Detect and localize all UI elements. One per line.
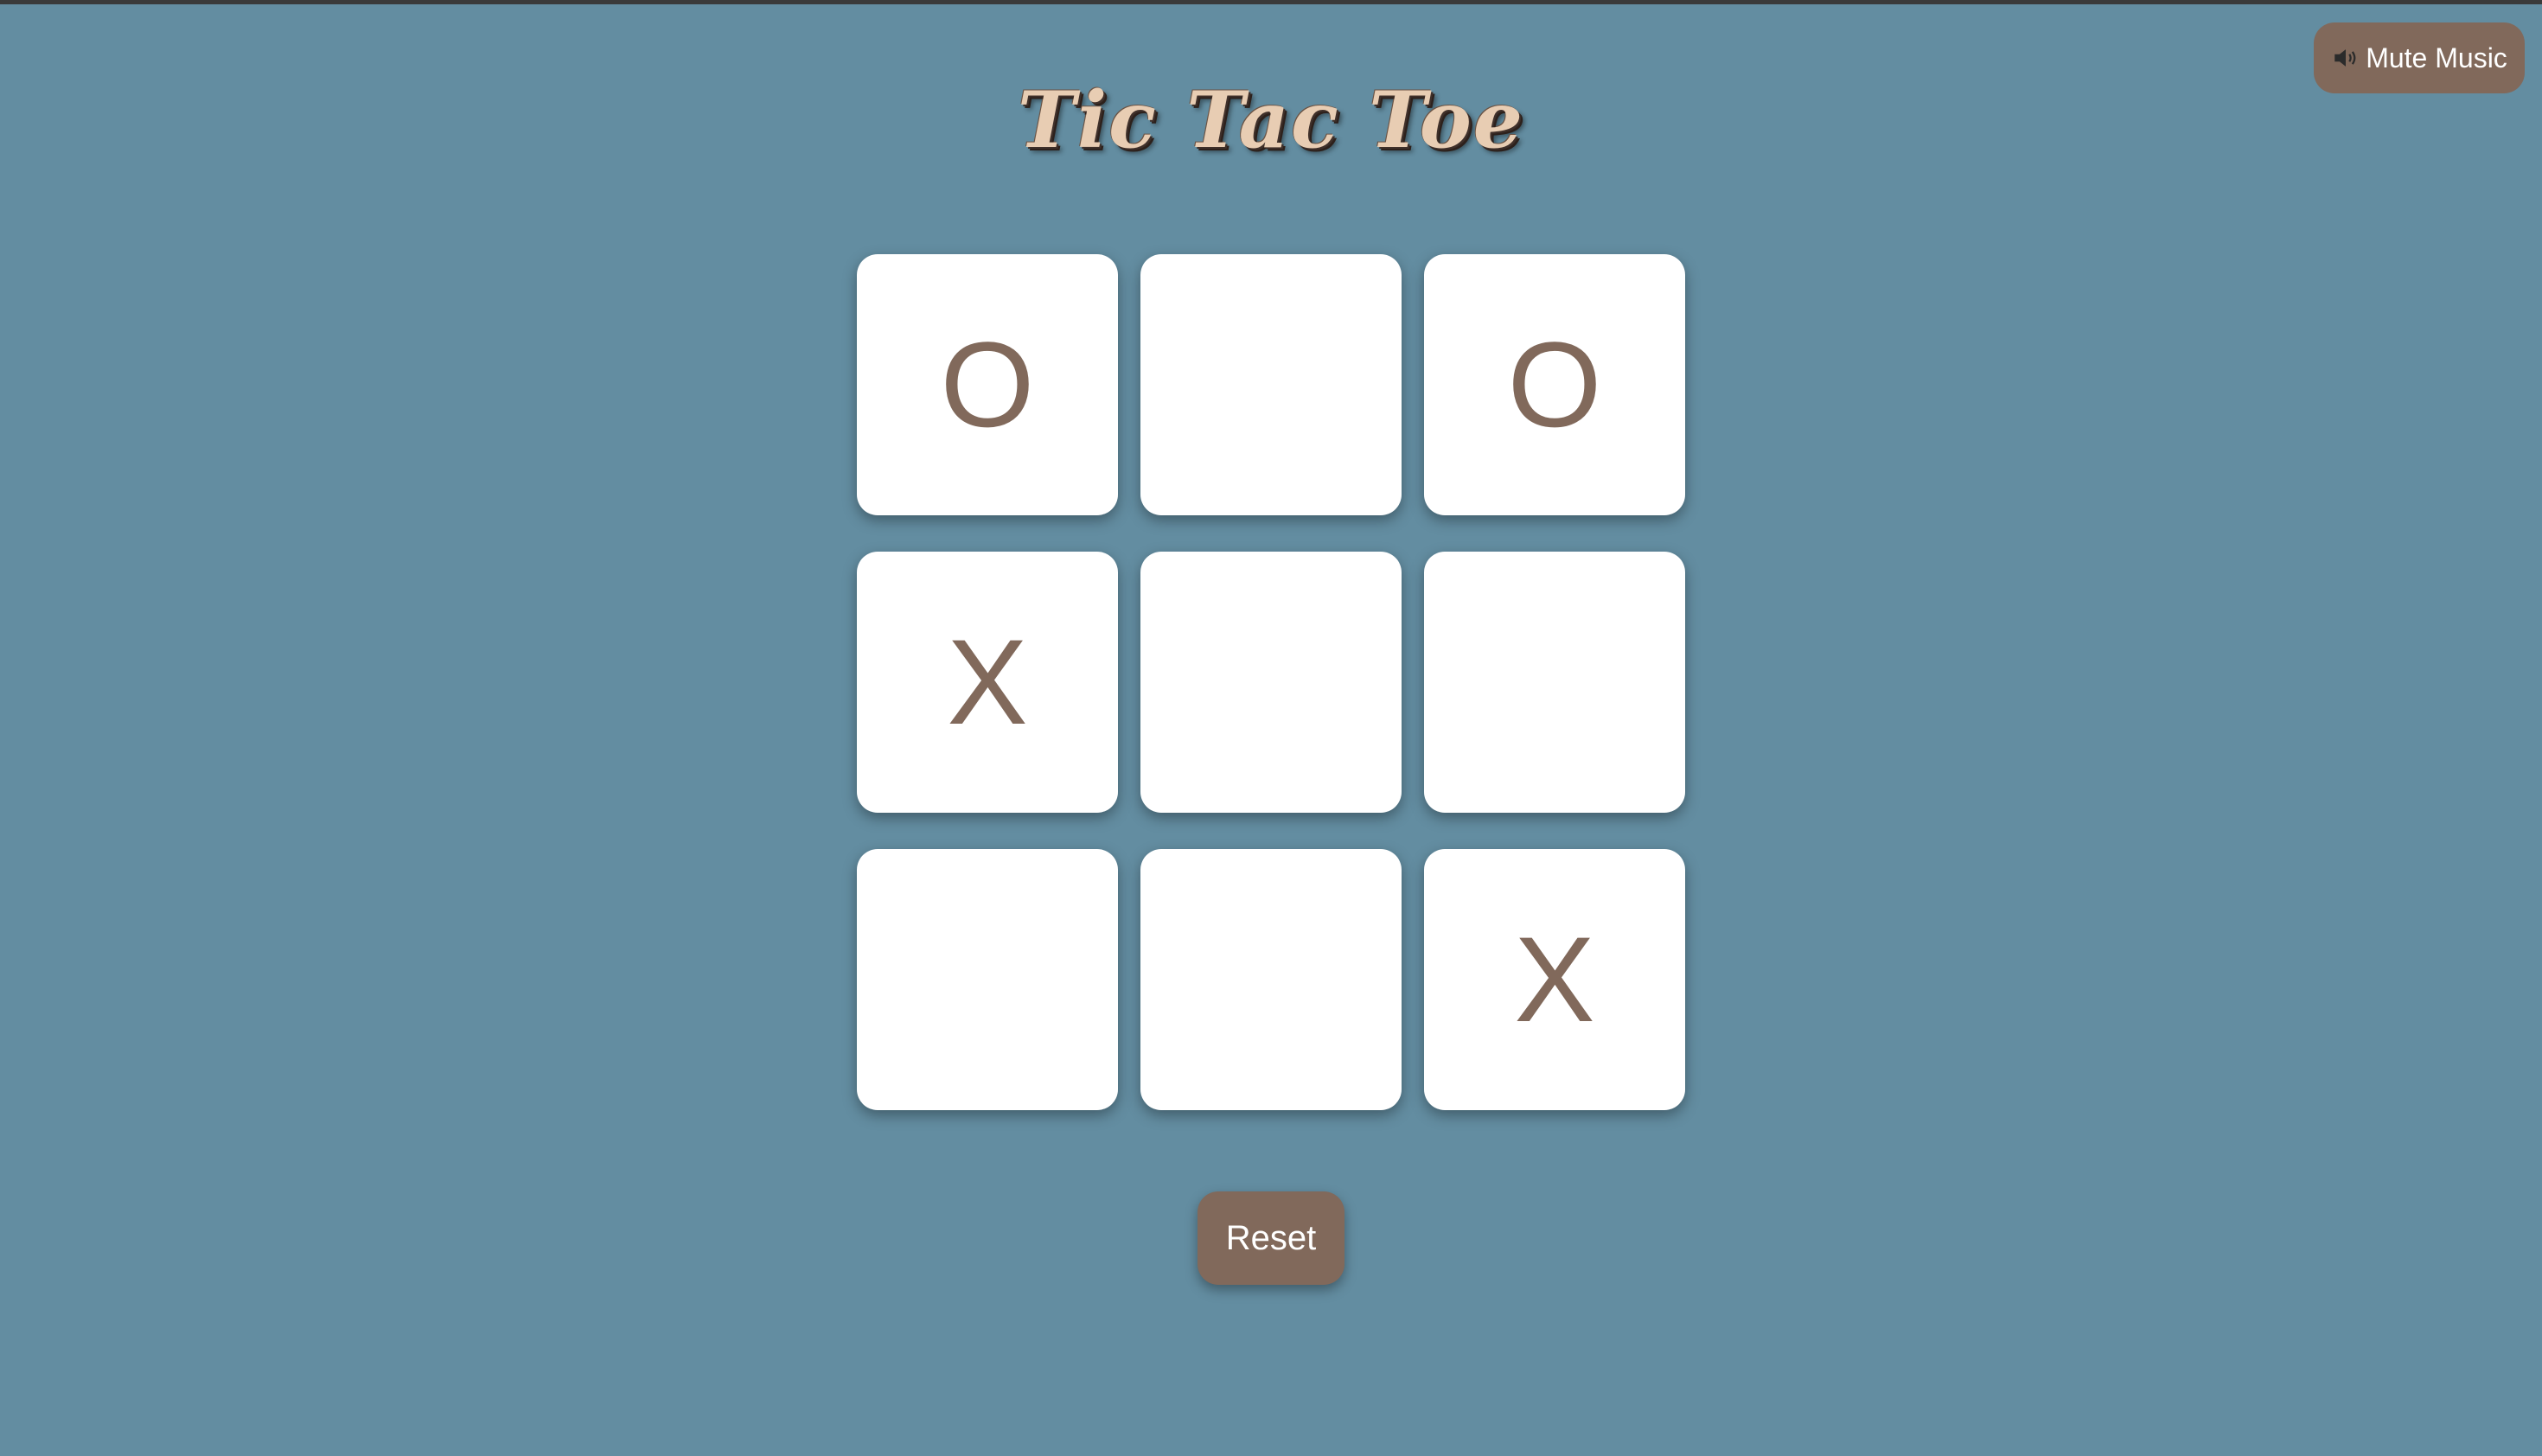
board-cell-8[interactable]: X	[1424, 849, 1685, 1110]
page-title: Tic Tac Toe	[1017, 74, 1525, 166]
board-cell-0[interactable]: O	[857, 254, 1118, 515]
board-cell-1[interactable]	[1140, 254, 1402, 515]
reset-button[interactable]: Reset	[1198, 1191, 1344, 1285]
game-board: O O X X	[857, 254, 1685, 1112]
board-cell-3[interactable]: X	[857, 552, 1118, 813]
board-cell-7[interactable]	[1140, 849, 1402, 1110]
board-cell-5[interactable]	[1424, 552, 1685, 813]
top-border	[0, 0, 2542, 4]
board-cell-2[interactable]: O	[1424, 254, 1685, 515]
board-cell-4[interactable]	[1140, 552, 1402, 813]
board-cell-6[interactable]	[857, 849, 1118, 1110]
